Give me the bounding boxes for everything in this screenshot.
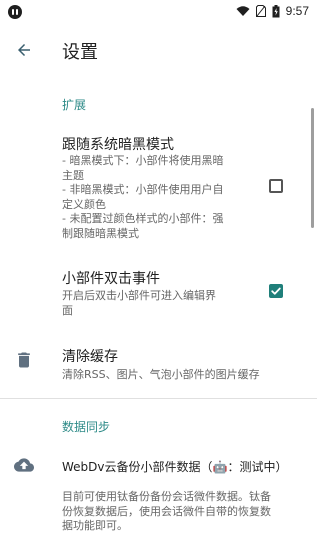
- arrow-back-icon: [18, 44, 30, 56]
- section-sync: 数据同步: [62, 420, 111, 434]
- pref-follow-dark[interactable]: 跟随系统暗黑模式 - 暗黑模式下：小部件将使用黑暗 主题 - 非暗黑模式：小部件…: [0, 130, 317, 245]
- scrollbar[interactable]: [311, 108, 314, 228]
- trash-icon: [14, 350, 34, 370]
- app-bar: 设置: [0, 26, 317, 74]
- pref-clear-cache[interactable]: 清除缓存 清除RSS、图片、气泡小部件的图片缓存: [0, 336, 317, 386]
- pref-follow-dark-summary: - 暗黑模式下：小部件将使用黑暗 主题 - 非暗黑模式：小部件使用用户自 定义颜…: [62, 154, 224, 240]
- pref-clear-cache-summary: 清除RSS、图片、气泡小部件的图片缓存: [62, 368, 260, 381]
- pref-clear-cache-title: 清除缓存: [62, 349, 118, 365]
- wifi-icon: [236, 5, 250, 17]
- status-right-group: 9:57: [236, 4, 309, 18]
- double-tap-checkbox[interactable]: [269, 284, 283, 298]
- cloud-upload-icon: [14, 455, 34, 475]
- pref-webdav[interactable]: WebDv云备份小部件数据（🤖：测试中）: [0, 448, 317, 480]
- section-divider: [0, 398, 317, 399]
- status-time: 9:57: [285, 4, 309, 18]
- pref-double-tap-summary: 开启后双击小部件可进入编辑界 面: [62, 289, 216, 317]
- section-extend: 扩展: [62, 98, 87, 112]
- pref-double-tap-title: 小部件双击事件: [62, 271, 160, 287]
- page-title: 设置: [62, 42, 98, 63]
- pref-double-tap[interactable]: 小部件双击事件 开启后双击小部件可进入编辑界 面: [0, 262, 317, 322]
- status-notification-icon: [8, 5, 22, 19]
- no-sim-icon: [255, 5, 266, 17]
- pref-webdav-title: WebDv云备份小部件数据（🤖：测试中）: [62, 460, 288, 474]
- battery-icon: [272, 4, 280, 18]
- pref-webdav-summary: 目前可使用钛备份备份会话微件数据。钛备 份恢复数据后，使用会话微件自带的恢复数 …: [62, 490, 271, 532]
- status-bar: 9:57: [0, 0, 317, 26]
- follow-dark-checkbox[interactable]: [269, 179, 283, 193]
- check-icon: [271, 287, 281, 295]
- pref-follow-dark-title: 跟随系统暗黑模式: [62, 137, 174, 153]
- back-button[interactable]: [6, 32, 42, 68]
